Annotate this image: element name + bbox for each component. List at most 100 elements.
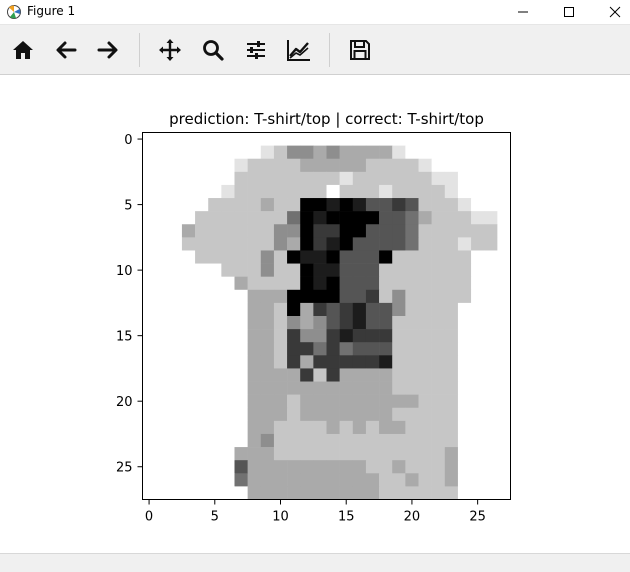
y-tick-label: 5 (124, 199, 132, 214)
image-pixel (168, 460, 183, 474)
image-pixel (365, 289, 380, 304)
image-pixel (444, 158, 459, 173)
image-pixel (339, 224, 354, 238)
image-pixel (313, 486, 327, 500)
image-pixel (471, 211, 485, 225)
image-pixel (365, 224, 380, 238)
image-pixel (300, 289, 314, 304)
image-pixel (405, 132, 419, 146)
image-pixel (418, 171, 432, 186)
image-pixel (247, 211, 262, 225)
image-pixel (247, 263, 262, 277)
image-pixel (247, 407, 262, 422)
close-button[interactable] (592, 0, 630, 24)
image-pixel (273, 316, 288, 330)
image-pixel (444, 276, 459, 291)
image-pixel (484, 381, 498, 395)
image-pixel (208, 302, 222, 317)
image-pixel (221, 316, 235, 330)
save-button[interactable] (345, 35, 375, 65)
image-pixel (418, 433, 432, 448)
image-pixel (497, 486, 511, 500)
image-pixel (155, 381, 170, 395)
maximize-button[interactable] (546, 0, 592, 24)
image-pixel (208, 198, 222, 212)
image-pixel (379, 329, 393, 343)
minimize-button[interactable] (500, 0, 546, 24)
image-pixel (471, 368, 485, 382)
image-pixel (142, 171, 156, 186)
image-pixel (234, 250, 248, 264)
image-pixel (471, 381, 485, 395)
window-title: Figure 1 (27, 4, 76, 18)
image-pixel (300, 250, 314, 264)
image-pixel (313, 473, 327, 487)
image-pixel (484, 276, 498, 291)
image-pixel (221, 447, 235, 461)
image-pixel (484, 368, 498, 382)
image-pixel (444, 211, 459, 225)
image-pixel (379, 145, 393, 160)
image-pixel (247, 329, 262, 343)
pan-button[interactable] (155, 35, 185, 65)
image-pixel (497, 289, 511, 304)
image-pixel (273, 302, 288, 317)
image-pixel (142, 316, 156, 330)
image-pixel (181, 342, 196, 356)
image-pixel (300, 145, 314, 160)
image-pixel (457, 276, 472, 291)
image-pixel (444, 145, 459, 160)
image-pixel (287, 407, 301, 422)
image-pixel (155, 486, 170, 500)
image-pixel (195, 237, 209, 251)
back-button[interactable] (51, 35, 81, 65)
image-pixel (260, 460, 275, 474)
image-pixel (405, 302, 419, 317)
image-pixel (379, 211, 393, 225)
image-pixel (221, 211, 235, 225)
image-pixel (234, 473, 248, 487)
configure-subplots-button[interactable] (241, 35, 271, 65)
zoom-button[interactable] (198, 35, 228, 65)
image-pixel (155, 355, 170, 369)
edit-axis-button[interactable] (284, 35, 314, 65)
x-axis-ticks: 0 5 10 15 20 25 (145, 499, 486, 525)
image-pixel (497, 342, 511, 356)
image-pixel (457, 420, 472, 435)
image-pixel (168, 433, 183, 448)
image-pixels (142, 132, 511, 500)
image-pixel (405, 368, 419, 382)
image-pixel (431, 316, 446, 330)
image-pixel (234, 302, 248, 317)
image-pixel (260, 211, 275, 225)
image-pixel (313, 224, 327, 238)
image-pixel (326, 486, 340, 500)
image-pixel (418, 407, 432, 422)
image-pixel (339, 289, 354, 304)
image-pixel (444, 368, 459, 382)
image-pixel (221, 381, 235, 395)
image-pixel (339, 381, 354, 395)
figure-canvas[interactable]: prediction: T-shirt/top | correct: T-shi… (0, 75, 630, 553)
home-button[interactable] (8, 35, 38, 65)
image-pixel (181, 198, 196, 212)
image-pixel (431, 407, 446, 422)
image-pixel (221, 250, 235, 264)
image-pixel (352, 355, 367, 369)
image-pixel (444, 355, 459, 369)
image-pixel (221, 289, 235, 304)
image-pixel (287, 420, 301, 435)
image-pixel (339, 237, 354, 251)
image-pixel (234, 433, 248, 448)
image-pixel (155, 394, 170, 409)
image-pixel (497, 184, 511, 199)
image-pixel (444, 289, 459, 304)
image-pixel (234, 381, 248, 395)
image-pixel (418, 420, 432, 435)
image-pixel (471, 263, 485, 277)
image-pixel (221, 473, 235, 487)
image-pixel (208, 407, 222, 422)
forward-button[interactable] (93, 35, 123, 65)
image-pixel (313, 237, 327, 251)
image-pixel (221, 224, 235, 238)
